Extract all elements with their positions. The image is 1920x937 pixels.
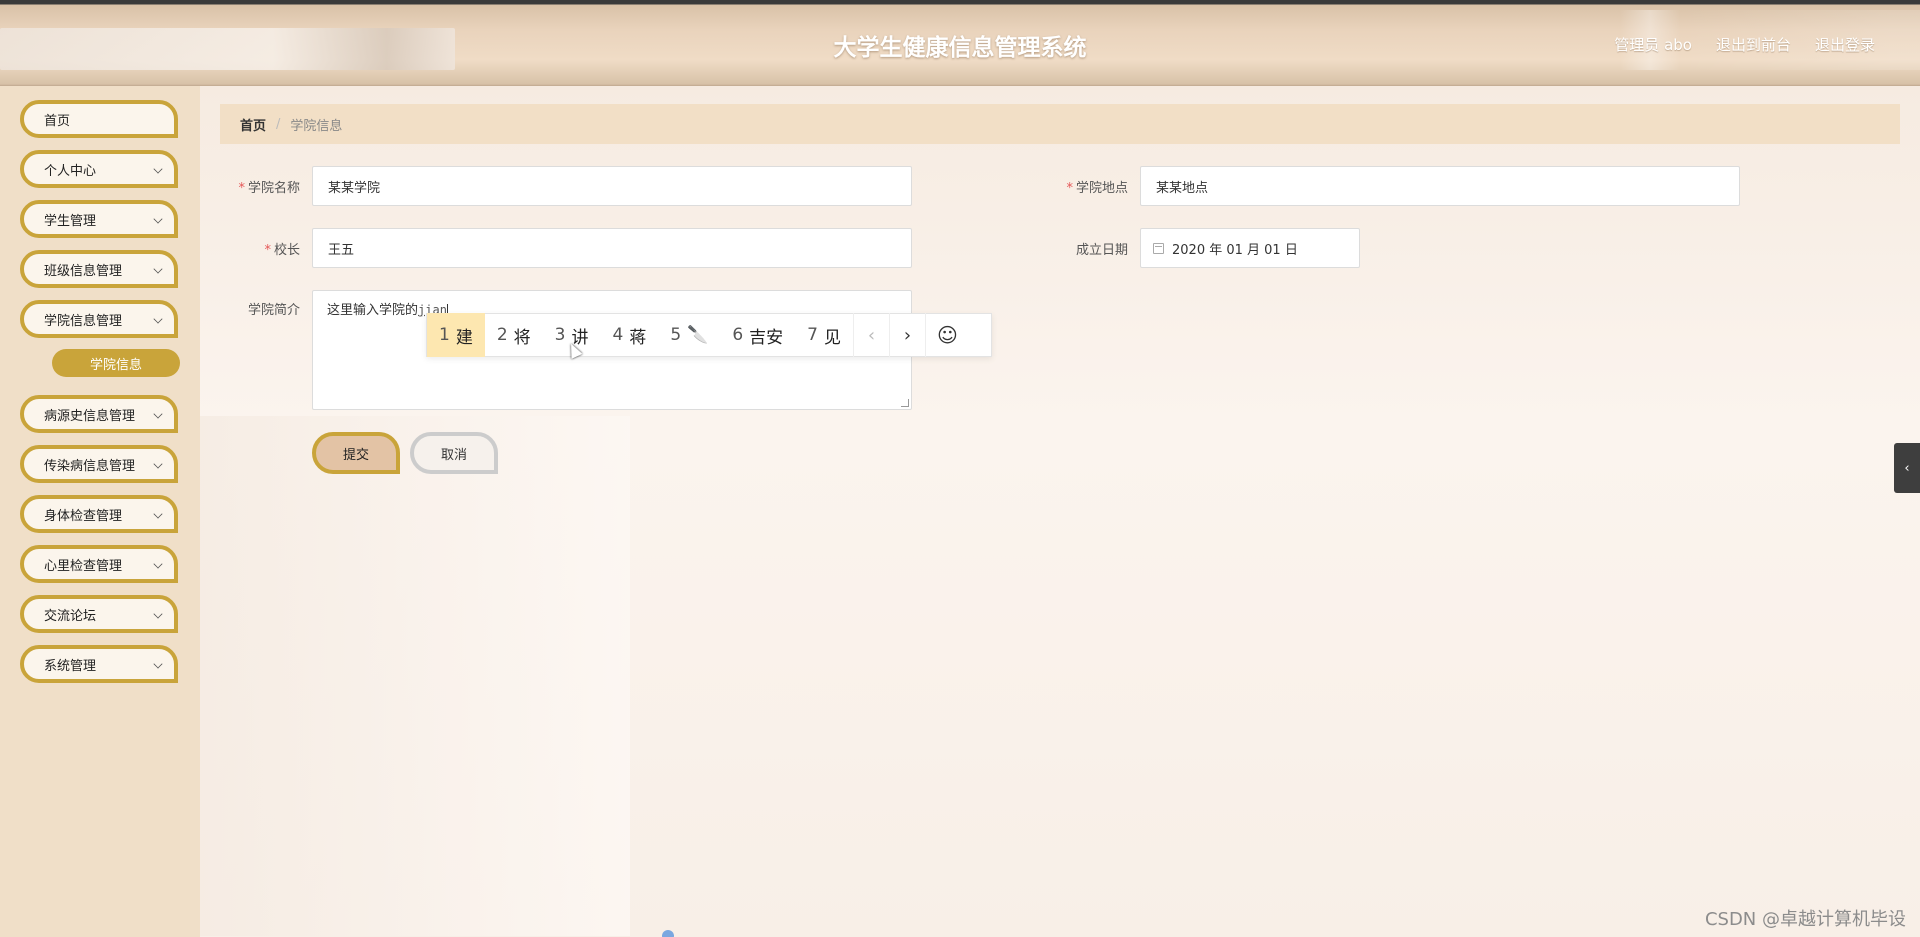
background-decoration	[200, 416, 630, 936]
ime-candidate[interactable]: 2将	[485, 313, 543, 357]
sidebar-item-label: 心里检查管理	[44, 558, 123, 574]
chevron-down-icon	[153, 264, 163, 274]
sidebar-item-forum[interactable]: 交流论坛	[20, 595, 178, 633]
college-location-input[interactable]: 某某地点	[1140, 166, 1740, 206]
knife-emoji-icon: 🔪	[687, 325, 709, 345]
sidebar-item-label: 身体检查管理	[44, 508, 123, 524]
principal-label: * 校长	[264, 243, 300, 258]
panel-toggle-button[interactable]: ‹	[1894, 443, 1920, 493]
chevron-down-icon	[153, 609, 163, 619]
sidebar-item-label: 班级信息管理	[44, 263, 123, 279]
main-background	[200, 86, 1920, 937]
college-location-label: * 学院地点	[1066, 181, 1128, 196]
sidebar-item-label: 系统管理	[44, 658, 97, 674]
chevron-down-icon	[153, 164, 163, 174]
sidebar-item-label: 传染病信息管理	[44, 458, 136, 474]
ime-candidate[interactable]: 7见	[795, 313, 853, 357]
founded-date-label: 成立日期	[1075, 243, 1128, 258]
admin-user-link[interactable]: 管理员 abo	[1614, 34, 1692, 55]
sidebar-item-label: 个人中心	[44, 163, 97, 179]
exit-to-front-link[interactable]: 退出到前台	[1716, 34, 1791, 55]
breadcrumb-current: 学院信息	[290, 118, 343, 134]
indicator-dot	[662, 930, 674, 937]
sidebar-item-physical-exam[interactable]: 身体检查管理	[20, 495, 178, 533]
ime-candidate[interactable]: 4蒋	[600, 313, 658, 357]
chevron-down-icon	[153, 659, 163, 669]
chevron-down-icon	[153, 214, 163, 224]
sidebar-item-label: 学院信息管理	[44, 313, 123, 329]
sidebar-item-psych-exam[interactable]: 心里检查管理	[20, 545, 178, 583]
header-links: 管理员 abo 退出到前台 退出登录	[1614, 34, 1875, 55]
sidebar-item-label: 交流论坛	[44, 608, 97, 624]
college-name-input[interactable]: 某某学院	[312, 166, 912, 206]
ime-prev-page-button[interactable]: ‹	[852, 313, 889, 357]
chevron-down-icon	[153, 314, 163, 324]
calendar-icon	[1153, 242, 1164, 254]
ime-candidate[interactable]: 5 🔪	[658, 313, 720, 357]
sidebar-item-personal-center[interactable]: 个人中心	[20, 150, 178, 188]
breadcrumb-separator: /	[276, 116, 281, 132]
principal-input[interactable]: 王五	[312, 228, 912, 268]
chevron-down-icon	[153, 509, 163, 519]
intro-label: 学院简介	[247, 303, 300, 318]
college-name-label: * 学院名称	[238, 181, 300, 196]
breadcrumb-home[interactable]: 首页	[240, 115, 266, 134]
sidebar-item-label: 学生管理	[44, 213, 97, 229]
cancel-button[interactable]: 取消	[410, 432, 498, 474]
sidebar-item-class-info[interactable]: 班级信息管理	[20, 250, 178, 288]
sidebar-item-home[interactable]: 首页	[20, 100, 178, 138]
ime-candidate[interactable]: 6 吉安	[720, 313, 795, 357]
founded-date-picker[interactable]: 2020 年 01 月 01 日	[1140, 228, 1360, 268]
sidebar-item-system-management[interactable]: 系统管理	[20, 645, 178, 683]
chevron-down-icon	[153, 409, 163, 419]
breadcrumb: 首页 / 学院信息	[220, 104, 1900, 144]
sidebar-item-label: 首页	[44, 113, 71, 129]
watermark: CSDN @卓越计算机毕设	[1704, 909, 1906, 930]
sidebar-subitem-college-info[interactable]: 学院信息	[52, 349, 180, 377]
emoji-icon[interactable]: ☺	[924, 313, 969, 357]
logout-link[interactable]: 退出登录	[1815, 34, 1875, 55]
sidebar-item-infectious-disease[interactable]: 传染病信息管理	[20, 445, 178, 483]
sidebar-item-student-management[interactable]: 学生管理	[20, 200, 178, 238]
resize-handle[interactable]	[901, 399, 909, 407]
sidebar-item-college-info[interactable]: 学院信息管理	[20, 300, 178, 338]
ime-candidate[interactable]: 1建	[427, 313, 485, 357]
chevron-down-icon	[153, 559, 163, 569]
sidebar-item-label: 病源史信息管理	[44, 408, 136, 424]
ime-candidate-bar: 1建 2将 3讲 4蒋 5 🔪 6 吉安 7见 ‹ › ☺	[426, 313, 992, 357]
top-header: 大学生健康信息管理系统 管理员 abo 退出到前台 退出登录	[0, 0, 1920, 86]
ime-next-page-button[interactable]: ›	[888, 313, 925, 357]
chevron-down-icon	[153, 459, 163, 469]
sidebar-item-medical-history[interactable]: 病源史信息管理	[20, 395, 178, 433]
submit-button[interactable]: 提交	[312, 432, 400, 474]
